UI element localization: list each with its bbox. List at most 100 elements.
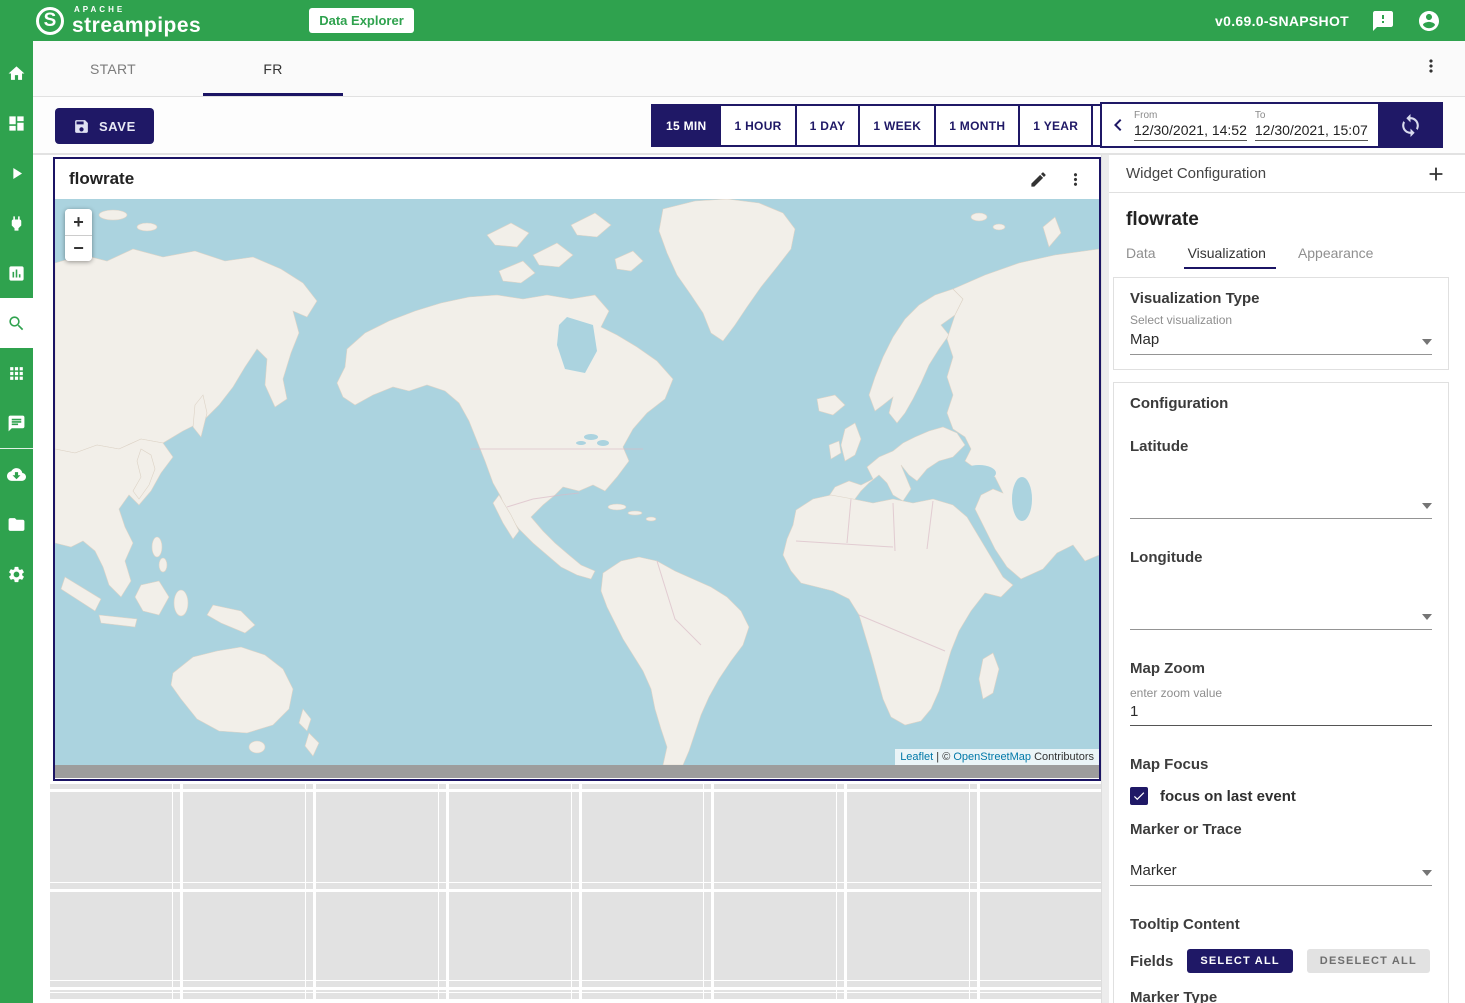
search-icon — [7, 314, 26, 333]
save-icon — [73, 118, 90, 135]
time-range-15min[interactable]: 15 MIN — [651, 104, 720, 147]
explorer-toolbar: SAVE 15 MIN 1 HOUR 1 DAY 1 WEEK 1 MONTH … — [33, 97, 1465, 155]
grid-cell — [316, 792, 446, 889]
grid-cell — [980, 892, 1110, 987]
logo-apache-text: APACHE — [74, 6, 201, 14]
grid-cell — [582, 892, 712, 987]
chevron-down-icon — [1422, 339, 1432, 345]
sidebar-item-files[interactable] — [0, 499, 33, 549]
date-from-label: From — [1134, 110, 1247, 121]
tab-visualization[interactable]: Visualization — [1188, 245, 1266, 269]
tooltip-content-label: Tooltip Content — [1130, 916, 1432, 933]
zoom-in-button[interactable]: + — [65, 209, 92, 235]
longitude-select[interactable] — [1130, 606, 1432, 630]
widget-horizontal-scrollbar[interactable] — [55, 765, 1099, 778]
gear-icon — [7, 565, 26, 584]
grid-cell — [183, 990, 313, 999]
grid-cell — [847, 892, 977, 987]
grid-cell — [980, 990, 1110, 999]
time-range-1month[interactable]: 1 MONTH — [935, 104, 1019, 147]
select-all-button[interactable]: SELECT ALL — [1187, 949, 1292, 973]
sidebar-item-connect[interactable] — [0, 198, 33, 248]
sidebar-item-pipelines[interactable] — [0, 148, 33, 198]
cloud-download-icon — [7, 465, 26, 484]
date-from-value[interactable]: 12/30/2021, 14:52 — [1134, 122, 1247, 141]
sidebar-item-apps[interactable] — [0, 348, 33, 398]
marker-type-label: Marker Type — [1130, 989, 1432, 1003]
sidebar-item-live-dashboard[interactable] — [0, 248, 33, 298]
date-from-field[interactable]: From 12/30/2021, 14:52 — [1134, 110, 1247, 141]
play-icon — [7, 164, 26, 183]
map-zoom-label: Map Zoom — [1130, 660, 1432, 677]
tab-fr[interactable]: FR — [193, 41, 353, 96]
grid-cell — [316, 892, 446, 987]
sidebar-item-data-explorer[interactable] — [0, 298, 33, 348]
account-icon[interactable] — [1417, 9, 1441, 33]
module-badge: Data Explorer — [309, 8, 414, 33]
grid-cell — [714, 892, 844, 987]
save-label: SAVE — [99, 119, 136, 134]
panel-widget-name: flowrate — [1126, 209, 1448, 231]
tab-data[interactable]: Data — [1126, 245, 1156, 269]
dashboard-tabbar: START FR — [33, 41, 1465, 97]
panel-title: Widget Configuration — [1126, 165, 1266, 182]
panel-header: Widget Configuration — [1109, 155, 1465, 193]
app-header: S APACHE streampipes Data Explorer v0.69… — [0, 0, 1465, 41]
focus-last-event-label: focus on last event — [1160, 788, 1296, 805]
marker-or-trace-select[interactable]: Marker — [1130, 862, 1432, 886]
time-range-1week[interactable]: 1 WEEK — [859, 104, 935, 147]
leaflet-map[interactable]: + − Leaflet | © OpenStreetMap Contributo… — [55, 199, 1099, 765]
grid-cell — [449, 990, 579, 999]
date-range-navigator: From 12/30/2021, 14:52 To 12/30/2021, 15… — [1100, 102, 1378, 148]
chat-icon — [7, 414, 26, 433]
longitude-label: Longitude — [1130, 549, 1432, 566]
grid-cell — [714, 792, 844, 889]
grid-cell — [183, 892, 313, 987]
grid-cell — [449, 892, 579, 987]
checkbox-checked-icon[interactable] — [1130, 787, 1148, 805]
zoom-out-button[interactable]: − — [65, 235, 92, 261]
chevron-left-icon[interactable] — [1106, 113, 1130, 137]
grid-cell — [980, 784, 1110, 789]
sidebar-item-dashboard[interactable] — [0, 98, 33, 148]
map-zoom-input[interactable]: 1 — [1130, 703, 1432, 726]
sidebar-item-install-elements[interactable] — [0, 449, 33, 499]
date-to-field[interactable]: To 12/30/2021, 15:07 — [1255, 110, 1368, 141]
panel-scrollbar[interactable] — [1101, 155, 1109, 1003]
osm-link[interactable]: OpenStreetMap — [953, 751, 1031, 763]
time-range-1hour[interactable]: 1 HOUR — [720, 104, 795, 147]
apps-icon — [7, 364, 26, 383]
grid-cell — [50, 892, 180, 987]
feedback-icon[interactable] — [1371, 9, 1395, 33]
widget-menu-icon[interactable] — [1066, 170, 1085, 189]
grid-cell — [316, 784, 446, 789]
edit-pencil-icon[interactable] — [1029, 170, 1048, 189]
visualization-type-select[interactable]: Map — [1130, 331, 1432, 355]
deselect-all-button[interactable]: DESELECT ALL — [1307, 949, 1430, 973]
date-to-value[interactable]: 12/30/2021, 15:07 — [1255, 122, 1368, 141]
tabbar-menu-button[interactable] — [1421, 56, 1441, 81]
tab-appearance[interactable]: Appearance — [1298, 245, 1374, 269]
grid-cell — [582, 784, 712, 789]
leaflet-link[interactable]: Leaflet — [900, 751, 933, 763]
time-range-1year[interactable]: 1 YEAR — [1019, 104, 1092, 147]
longitude-value — [1130, 606, 1422, 624]
streampipes-logo-icon: S — [36, 7, 64, 35]
chevron-down-icon — [1422, 870, 1432, 876]
dashboard-icon — [7, 114, 26, 133]
refresh-button[interactable] — [1378, 102, 1443, 148]
grid-cell — [847, 792, 977, 889]
time-range-1day[interactable]: 1 DAY — [796, 104, 860, 147]
plug-icon — [7, 214, 26, 233]
sidebar-item-settings[interactable] — [0, 549, 33, 599]
tab-start[interactable]: START — [33, 41, 193, 96]
chart-icon — [7, 264, 26, 283]
sidebar-item-home[interactable] — [0, 48, 33, 98]
save-button[interactable]: SAVE — [55, 108, 154, 144]
sidebar-item-notifications[interactable] — [0, 398, 33, 448]
focus-last-event-checkbox-row[interactable]: focus on last event — [1130, 787, 1432, 805]
tooltip-fields-row: Fields SELECT ALL DESELECT ALL — [1130, 949, 1432, 973]
grid-cell — [714, 784, 844, 789]
add-widget-icon[interactable] — [1425, 163, 1447, 185]
latitude-select[interactable] — [1130, 495, 1432, 519]
